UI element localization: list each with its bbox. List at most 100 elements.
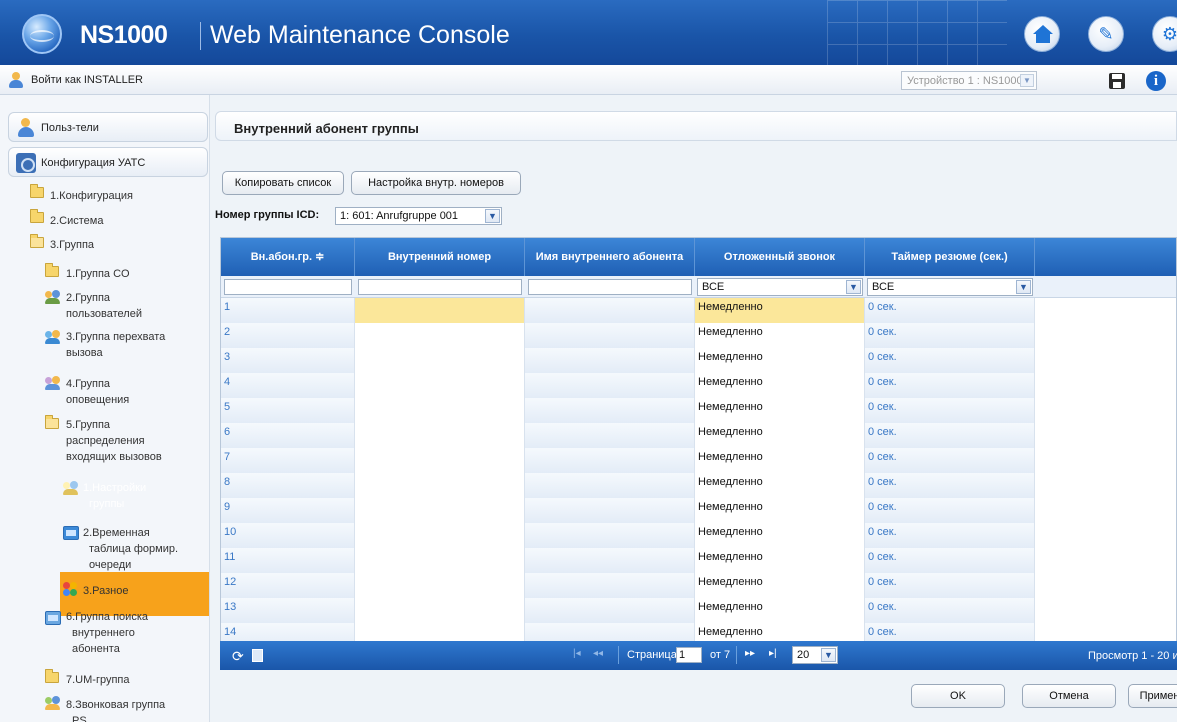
ok-button[interactable]: OK: [911, 684, 1005, 708]
settings-button[interactable]: ⚙: [1152, 16, 1177, 52]
wrapup-timer-cell[interactable]: 0 сек.: [865, 548, 1035, 574]
column-header-extension-name[interactable]: Имя внутреннего абонента: [525, 238, 695, 276]
document-icon[interactable]: [252, 649, 263, 662]
table-row[interactable]: 4 Немедленно 0 сек.: [221, 373, 1176, 399]
filter-name-input[interactable]: [528, 279, 692, 295]
table-row[interactable]: 8 Немедленно 0 сек.: [221, 473, 1176, 499]
tree-item-configuration[interactable]: 1.Конфигурация: [50, 188, 133, 204]
delayed-ring-cell[interactable]: Немедленно: [695, 323, 865, 349]
tree-item-paging-group[interactable]: 4.Группа оповещения: [66, 376, 129, 408]
extension-cell[interactable]: [355, 523, 525, 549]
sidebar-item-pbx-config[interactable]: Конфигурация УАТС: [8, 147, 208, 177]
extension-name-cell[interactable]: [525, 473, 695, 499]
delayed-ring-cell[interactable]: Немедленно: [695, 373, 865, 399]
copy-list-button[interactable]: Копировать список: [222, 171, 344, 195]
extension-cell[interactable]: [355, 573, 525, 599]
cancel-button[interactable]: Отмена: [1022, 684, 1116, 708]
delayed-ring-cell[interactable]: Немедленно: [695, 298, 865, 324]
table-row[interactable]: 11 Немедленно 0 сек.: [221, 548, 1176, 574]
extension-name-cell[interactable]: [525, 523, 695, 549]
table-row[interactable]: 6 Немедленно 0 сек.: [221, 423, 1176, 449]
extension-name-cell[interactable]: [525, 548, 695, 574]
member-no-cell[interactable]: 10: [221, 523, 355, 549]
extension-cell[interactable]: [355, 423, 525, 449]
page-number-input[interactable]: 1: [676, 647, 702, 663]
delayed-ring-cell[interactable]: Немедленно: [695, 573, 865, 599]
tree-item-queue-time-table[interactable]: 2.Временная таблица формир. очереди: [83, 525, 178, 573]
extension-name-cell[interactable]: [525, 348, 695, 374]
group-number-select[interactable]: 1: 601: Anrufgruppe 001 ▼: [335, 207, 502, 225]
delayed-ring-cell[interactable]: Немедленно: [695, 523, 865, 549]
extension-name-cell[interactable]: [525, 373, 695, 399]
extension-cell[interactable]: [355, 548, 525, 574]
tree-item-system[interactable]: 2.Система: [50, 213, 103, 229]
table-row[interactable]: 12 Немедленно 0 сек.: [221, 573, 1176, 599]
delayed-ring-cell[interactable]: Немедленно: [695, 548, 865, 574]
tree-item-pickup-group[interactable]: 3.Группа перехвата вызова: [66, 329, 165, 361]
delayed-ring-cell[interactable]: Немедленно: [695, 598, 865, 624]
wrapup-timer-cell[interactable]: 0 сек.: [865, 348, 1035, 374]
tree-item-group-settings[interactable]: 1.Настройки группы: [83, 480, 146, 512]
column-header-wrapup-timer[interactable]: Таймер резюме (сек.): [865, 238, 1035, 276]
page-size-select[interactable]: 20 ▼: [792, 646, 838, 664]
extension-name-cell[interactable]: [525, 498, 695, 524]
delayed-ring-cell[interactable]: Немедленно: [695, 498, 865, 524]
extension-cell[interactable]: [355, 598, 525, 624]
member-no-cell[interactable]: 11: [221, 548, 355, 574]
wrapup-timer-cell[interactable]: 0 сек.: [865, 298, 1035, 324]
column-header-extension[interactable]: Внутренний номер: [355, 238, 525, 276]
info-icon[interactable]: i: [1146, 71, 1166, 91]
delayed-ring-cell[interactable]: Немедленно: [695, 348, 865, 374]
tools-button[interactable]: ✎: [1088, 16, 1124, 52]
filter-extension-input[interactable]: [358, 279, 522, 295]
extension-cell[interactable]: [355, 373, 525, 399]
table-row[interactable]: 13 Немедленно 0 сек.: [221, 598, 1176, 624]
member-no-cell[interactable]: 4: [221, 373, 355, 399]
member-no-cell[interactable]: 1: [221, 298, 355, 324]
member-no-cell[interactable]: 3: [221, 348, 355, 374]
wrapup-timer-cell[interactable]: 0 сек.: [865, 473, 1035, 499]
tree-item-misc[interactable]: 3.Разное: [83, 583, 129, 599]
wrapup-timer-cell[interactable]: 0 сек.: [865, 498, 1035, 524]
extension-cell[interactable]: [355, 498, 525, 524]
extension-cell[interactable]: [355, 448, 525, 474]
member-no-cell[interactable]: 13: [221, 598, 355, 624]
extension-cell[interactable]: [355, 398, 525, 424]
filter-member-no-input[interactable]: [224, 279, 352, 295]
member-no-cell[interactable]: 7: [221, 448, 355, 474]
extension-name-cell[interactable]: [525, 423, 695, 449]
table-row[interactable]: 9 Немедленно 0 сек.: [221, 498, 1176, 524]
extension-name-cell[interactable]: [525, 298, 695, 324]
home-button[interactable]: [1024, 16, 1060, 52]
last-page-icon[interactable]: ▸|: [769, 648, 777, 659]
column-header-delayed-ring[interactable]: Отложенный звонок: [695, 238, 865, 276]
tree-item-co-group[interactable]: 1.Группа CO: [66, 266, 130, 282]
wrapup-timer-cell[interactable]: 0 сек.: [865, 448, 1035, 474]
filter-wrapup-timer-select[interactable]: ВСЕ ▼: [867, 278, 1033, 296]
sidebar-item-users[interactable]: Польз-тели: [8, 112, 208, 142]
table-row[interactable]: 5 Немедленно 0 сек.: [221, 398, 1176, 424]
column-header-member-no[interactable]: Вн.абон.гр. ≑: [221, 238, 355, 276]
refresh-icon[interactable]: ⟳: [232, 648, 244, 665]
table-row[interactable]: 10 Немедленно 0 сек.: [221, 523, 1176, 549]
first-page-icon[interactable]: |◂: [573, 648, 581, 659]
extension-name-cell[interactable]: [525, 598, 695, 624]
delayed-ring-cell[interactable]: Немедленно: [695, 398, 865, 424]
tree-item-hunt-group[interactable]: 6.Группа поиска внутреннего абонента: [66, 609, 148, 657]
extension-cell[interactable]: [355, 298, 525, 324]
extension-cell[interactable]: [355, 348, 525, 374]
member-no-cell[interactable]: 12: [221, 573, 355, 599]
extension-name-cell[interactable]: [525, 323, 695, 349]
extension-cell[interactable]: [355, 323, 525, 349]
extension-name-cell[interactable]: [525, 398, 695, 424]
member-no-cell[interactable]: 5: [221, 398, 355, 424]
next-page-icon[interactable]: ▸▸: [745, 648, 755, 659]
wrapup-timer-cell[interactable]: 0 сек.: [865, 323, 1035, 349]
wrapup-timer-cell[interactable]: 0 сек.: [865, 573, 1035, 599]
member-no-cell[interactable]: 9: [221, 498, 355, 524]
wrapup-timer-cell[interactable]: 0 сек.: [865, 598, 1035, 624]
member-no-cell[interactable]: 2: [221, 323, 355, 349]
delayed-ring-cell[interactable]: Немедленно: [695, 473, 865, 499]
member-no-cell[interactable]: 8: [221, 473, 355, 499]
tree-item-group[interactable]: 3.Группа: [50, 237, 94, 253]
